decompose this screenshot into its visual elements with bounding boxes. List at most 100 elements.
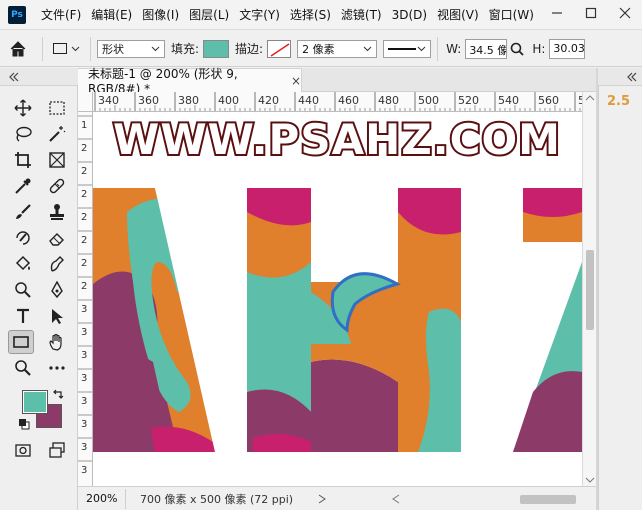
- scroll-left-icon[interactable]: [392, 494, 400, 504]
- menu-type[interactable]: 文字(Y): [234, 0, 285, 30]
- restore-icon: [585, 7, 597, 19]
- menu-layer[interactable]: 图层(L): [184, 0, 234, 30]
- tool-preset-picker[interactable]: [49, 43, 84, 54]
- horizontal-ruler-ticks: 340360380400420440460480500520540560580: [94, 92, 582, 111]
- ruler-label: 3: [81, 442, 87, 453]
- brush-tool[interactable]: [10, 200, 36, 224]
- frame-tool[interactable]: [44, 148, 70, 172]
- right-panel: 2.5: [598, 86, 642, 510]
- vertical-scroll-thumb[interactable]: [586, 250, 594, 330]
- stroke-type-select[interactable]: [383, 39, 432, 58]
- ruler-label: 500: [418, 94, 439, 107]
- ruler-label: 2: [81, 143, 87, 154]
- quick-mask-button[interactable]: [10, 438, 36, 462]
- healing-brush-tool[interactable]: [44, 174, 70, 198]
- toolbar-header[interactable]: [0, 68, 78, 86]
- width-input[interactable]: 34.5 像: [465, 38, 508, 59]
- stroke-size-select[interactable]: 2 像素: [297, 39, 378, 58]
- right-panel-header[interactable]: [598, 68, 642, 86]
- vertical-ruler[interactable]: 1 2 2 2 2 2 2 2 3 3 3 3 3 3 3 3: [78, 112, 93, 486]
- rectangle-icon: [13, 336, 29, 348]
- chevron-down-icon: [151, 46, 160, 52]
- stroke-color-swatch[interactable]: [267, 39, 292, 58]
- menu-filter[interactable]: 滤镜(T): [336, 0, 387, 30]
- history-brush-tool[interactable]: [10, 226, 36, 250]
- menu-window[interactable]: 窗口(W): [484, 0, 539, 30]
- ruler-origin[interactable]: [78, 92, 93, 112]
- eraser-icon: [49, 233, 64, 246]
- minimize-button[interactable]: [540, 0, 574, 26]
- divider: [42, 36, 43, 61]
- screen-mode-button[interactable]: [44, 438, 70, 462]
- vertical-scrollbar[interactable]: [582, 92, 596, 486]
- menu-view[interactable]: 视图(V): [432, 0, 484, 30]
- blur-tool[interactable]: [44, 252, 70, 276]
- ruler-label: 340: [98, 94, 119, 107]
- document-info[interactable]: 700 像素 x 500 像素 (72 ppi): [126, 491, 293, 507]
- zoom-level-field[interactable]: 200%: [78, 488, 126, 509]
- scroll-down-icon[interactable]: [585, 476, 595, 484]
- paint-bucket-tool[interactable]: [10, 252, 36, 276]
- menu-file[interactable]: 文件(F): [36, 0, 86, 30]
- type-tool[interactable]: [10, 304, 36, 328]
- default-colors-icon[interactable]: [18, 418, 30, 430]
- eraser-tool[interactable]: [44, 226, 70, 250]
- hand-icon: [49, 333, 62, 351]
- foreground-color-swatch[interactable]: [22, 390, 48, 414]
- move-tool[interactable]: [10, 96, 36, 120]
- collapse-panel-icon[interactable]: [626, 72, 638, 82]
- close-document-button[interactable]: ×: [291, 74, 301, 88]
- panel-value[interactable]: 2.5: [607, 94, 630, 109]
- fill-color-swatch[interactable]: [203, 39, 230, 58]
- link-dimensions-icon[interactable]: [510, 42, 524, 56]
- move-icon: [14, 99, 32, 117]
- eyedropper-tool[interactable]: [10, 174, 36, 198]
- marquee-tool[interactable]: [44, 96, 70, 120]
- pen-tool[interactable]: [44, 278, 70, 302]
- restore-button[interactable]: [574, 0, 608, 26]
- dodge-tool[interactable]: [10, 278, 36, 302]
- screen-mode-icon: [49, 442, 65, 458]
- menu-edit[interactable]: 编辑(E): [86, 0, 137, 30]
- crop-tool[interactable]: [10, 148, 36, 172]
- collapse-panel-icon[interactable]: [8, 72, 20, 82]
- lasso-tool[interactable]: [10, 122, 36, 146]
- magic-wand-tool[interactable]: [44, 122, 70, 146]
- horizontal-scroll-thumb[interactable]: [520, 495, 576, 504]
- menu-3d[interactable]: 3D(D): [387, 0, 432, 30]
- watermark-text: WWW.PSAHZ.COM: [113, 115, 561, 164]
- zoom-tool[interactable]: [10, 356, 36, 380]
- ruler-label: 3: [81, 327, 87, 338]
- fill-label: 填充:: [171, 42, 200, 56]
- height-input[interactable]: 30.03: [549, 38, 586, 59]
- brush-icon: [16, 204, 31, 219]
- rectangle-preset-icon: [53, 43, 67, 54]
- menu-image[interactable]: 图像(I): [137, 0, 184, 30]
- scroll-up-icon[interactable]: [585, 94, 595, 102]
- rectangle-tool[interactable]: [8, 330, 34, 354]
- horizontal-ruler[interactable]: 340360380400420440460480500520540560580: [93, 92, 582, 112]
- more-tools-button[interactable]: [44, 356, 70, 380]
- quick-mask-icon: [15, 444, 31, 457]
- hand-tool[interactable]: [44, 330, 70, 354]
- close-window-button[interactable]: [608, 0, 642, 26]
- path-selection-tool[interactable]: [44, 304, 70, 328]
- stamp-tool[interactable]: [44, 200, 70, 224]
- doc-info-arrow-icon[interactable]: [318, 494, 326, 504]
- home-button[interactable]: [0, 32, 36, 66]
- photoshop-logo: Ps: [8, 5, 26, 24]
- menu-select[interactable]: 选择(S): [285, 0, 336, 30]
- stroke-label: 描边:: [235, 42, 264, 56]
- smudge-icon: [50, 256, 64, 272]
- document-tab[interactable]: 未标题-1 @ 200% (形状 9, RGB/8#) * ×: [78, 67, 302, 96]
- ruler-label: 540: [498, 94, 519, 107]
- ruler-label: 1: [81, 120, 87, 131]
- menu-bar: Ps 文件(F) 编辑(E) 图像(I) 图层(L) 文字(Y) 选择(S) 滤…: [0, 0, 642, 30]
- lasso-icon: [16, 126, 32, 142]
- ruler-label: 3: [81, 350, 87, 361]
- ruler-label: 3: [81, 419, 87, 430]
- canvas[interactable]: WWW.PSAHZ.COM: [93, 112, 582, 486]
- swap-colors-icon[interactable]: [52, 388, 64, 400]
- mode-select[interactable]: 形状: [97, 39, 165, 58]
- options-bar: 形状 填充: 描边: 2 像素 W: 34.5 像 H: 30.03: [0, 31, 642, 67]
